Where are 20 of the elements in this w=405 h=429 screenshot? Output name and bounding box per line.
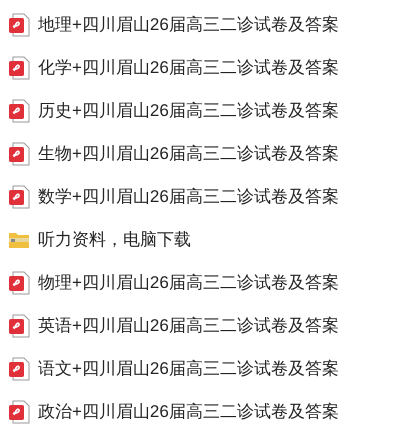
pdf-file-icon	[8, 400, 30, 424]
pdf-file-icon	[8, 142, 30, 166]
file-name[interactable]: 语文+四川眉山26届高三二诊试卷及答案	[38, 356, 339, 382]
file-name[interactable]: 听力资料，电脑下载	[38, 226, 191, 252]
file-name[interactable]: 历史+四川眉山26届高三二诊试卷及答案	[38, 98, 339, 124]
pdf-file-icon	[8, 12, 30, 36]
file-name[interactable]: 地理+四川眉山26届高三二诊试卷及答案	[38, 12, 339, 38]
zip-folder-icon	[8, 230, 30, 248]
file-name[interactable]: 英语+四川眉山26届高三二诊试卷及答案	[38, 312, 339, 338]
pdf-file-icon	[8, 184, 30, 208]
pdf-file-icon	[8, 270, 30, 294]
file-name[interactable]: 政治+四川眉山26届高三二诊试卷及答案	[38, 398, 339, 424]
file-name[interactable]: 物理+四川眉山26届高三二诊试卷及答案	[38, 270, 339, 296]
file-name[interactable]: 生物+四川眉山26届高三二诊试卷及答案	[38, 140, 339, 166]
pdf-file-icon	[8, 314, 30, 338]
pdf-file-icon	[8, 356, 30, 380]
file-name[interactable]: 数学+四川眉山26届高三二诊试卷及答案	[38, 184, 339, 210]
pdf-file-icon	[8, 98, 30, 122]
file-name[interactable]: 化学+四川眉山26届高三二诊试卷及答案	[38, 54, 339, 80]
pdf-file-icon	[8, 56, 30, 80]
